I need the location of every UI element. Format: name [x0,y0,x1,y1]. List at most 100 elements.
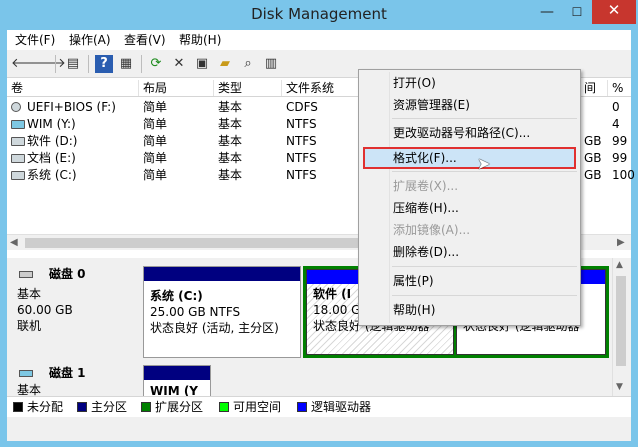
menu-item-open[interactable]: 打开(O) [393,74,436,92]
maximize-button[interactable]: ☐ [562,2,592,24]
menu-item-delete[interactable]: 删除卷(D)... [393,243,459,261]
menu-item-extend: 扩展卷(X)... [393,179,459,193]
legend-swatch-free [219,402,229,412]
legend-label: 主分区 [91,400,128,414]
volume-layout: 简单 [143,117,168,131]
disk-name: 磁盘 0 [49,267,86,281]
menu-action[interactable]: 操作(A) [69,32,111,49]
disc-drive-icon [11,102,21,112]
scroll-left-icon[interactable]: ◀ [10,237,18,248]
search-icon[interactable]: ⌕ [239,55,257,73]
scrollbar-thumb[interactable] [25,238,365,248]
legend-swatch-unallocated [13,402,23,412]
menu-item-properties[interactable]: 属性(P) [393,272,434,290]
menu-item-format[interactable]: 格式化(F)... [393,149,457,167]
legend-label: 未分配 [27,400,64,414]
disk-type: 基本 [17,383,42,396]
back-arrow-icon[interactable]: 🡐 [11,55,46,73]
volume-icon [11,137,25,146]
volume-percent: 4 [612,117,620,131]
volume-filesystem: NTFS [286,117,317,131]
partition-c[interactable]: 系统 (C:) 25.00 GB NTFS 状态良好 (活动, 主分区) [143,266,301,358]
volume-layout: 简单 [143,134,168,148]
status-bar [7,417,631,441]
close-button[interactable]: ✕ [592,0,636,24]
menu-view[interactable]: 查看(V) [124,32,166,49]
scroll-right-icon[interactable]: ▶ [617,237,625,248]
volume-filesystem: NTFS [286,151,317,165]
volume-free: GB [584,151,602,165]
column-header-type[interactable]: 类型 [214,80,282,96]
disk-type: 基本 [17,287,42,301]
delete-icon[interactable]: ✕ [170,55,188,73]
minimize-button[interactable]: — [532,2,562,24]
volume-icon [11,154,25,163]
volume-type: 基本 [218,117,243,131]
legend-label: 逻辑驱动器 [311,400,372,414]
toolbar-separator [55,55,56,73]
column-header-layout[interactable]: 布局 [139,80,214,96]
disk-icon [19,271,33,278]
menu-file[interactable]: 文件(F) [15,32,55,49]
help-icon[interactable]: ? [95,55,113,73]
volume-icon [11,120,25,129]
volume-name: WIM (Y:) [27,117,76,131]
refresh-icon[interactable]: ⟳ [147,55,165,73]
menu-separator [392,295,577,296]
scroll-up-icon[interactable]: ▲ [616,260,623,270]
volume-percent: 100 [612,168,635,182]
disk-0-label[interactable]: 磁盘 0 基本 60.00 GB 联机 [9,263,139,358]
menu-item-change-letter[interactable]: 更改驱动器号和路径(C)... [393,124,530,142]
partition-title: 系统 (C:) [150,289,203,303]
column-header-free[interactable]: 间 [580,80,608,96]
volume-name: UEFI+BIOS (F:) [27,100,116,114]
partition-title: WIM (Y [150,384,198,396]
scroll-down-icon[interactable]: ▼ [616,382,623,392]
legend-swatch-primary [77,402,87,412]
toolbar-separator [141,55,142,73]
volume-percent: 99 [612,151,628,165]
menu-item-shrink[interactable]: 压缩卷(H)... [393,199,459,217]
toolbar-separator [88,55,89,73]
volume-layout: 简单 [143,151,168,165]
menu-item-help[interactable]: 帮助(H) [393,301,435,319]
menu-bar: 文件(F) 操作(A) 查看(V) 帮助(H) [7,30,631,50]
properties-list-icon[interactable]: ▦ [117,55,135,73]
legend-label: 可用空间 [233,400,282,414]
volume-name: 系统 (C:) [27,168,77,182]
volume-type: 基本 [218,168,243,182]
volume-free: GB [584,134,602,148]
volume-name: 软件 (D:) [27,134,78,148]
volume-layout: 简单 [143,100,168,114]
rescan-icon[interactable]: ▥ [262,55,280,73]
vertical-scrollbar[interactable]: ▲ ▼ [612,258,629,396]
partition-size: 18.00 G [313,303,361,317]
open-folder-icon[interactable]: ▰ [216,55,234,73]
volume-filesystem: NTFS [286,134,317,148]
partition-size: 25.00 GB NTFS [150,305,241,319]
primary-partition-band [144,366,210,380]
disk-name: 磁盘 1 [49,366,86,380]
menu-separator [392,266,577,267]
legend: 未分配 主分区 扩展分区 可用空间 逻辑驱动器 [7,396,631,416]
column-header-volume[interactable]: 卷 [7,80,139,96]
menu-help[interactable]: 帮助(H) [179,32,221,49]
partition-y[interactable]: WIM (Y [143,365,211,396]
legend-label: 扩展分区 [155,400,204,414]
column-header-percent[interactable]: % [608,80,631,96]
properties-icon[interactable]: ▣ [193,55,211,73]
volume-icon [11,171,25,180]
disk-1-label[interactable]: 磁盘 1 基本 [9,362,139,396]
window-frame-right [631,30,638,447]
console-tree-icon[interactable]: ▤ [64,55,82,73]
scrollbar-thumb[interactable] [616,276,626,366]
forward-arrow-icon[interactable]: 🡒 [31,55,66,73]
volume-name: 文档 (E:) [27,151,76,165]
volume-type: 基本 [218,100,243,114]
volume-type: 基本 [218,134,243,148]
partition-title: 软件 (I [313,287,352,301]
column-header-filesystem[interactable]: 文件系统 [282,80,362,96]
partition-status: 状态良好 (活动, 主分区) [150,321,279,335]
menu-item-explorer[interactable]: 资源管理器(E) [393,96,470,114]
menu-item-add-mirror: 添加镜像(A)... [393,223,471,237]
